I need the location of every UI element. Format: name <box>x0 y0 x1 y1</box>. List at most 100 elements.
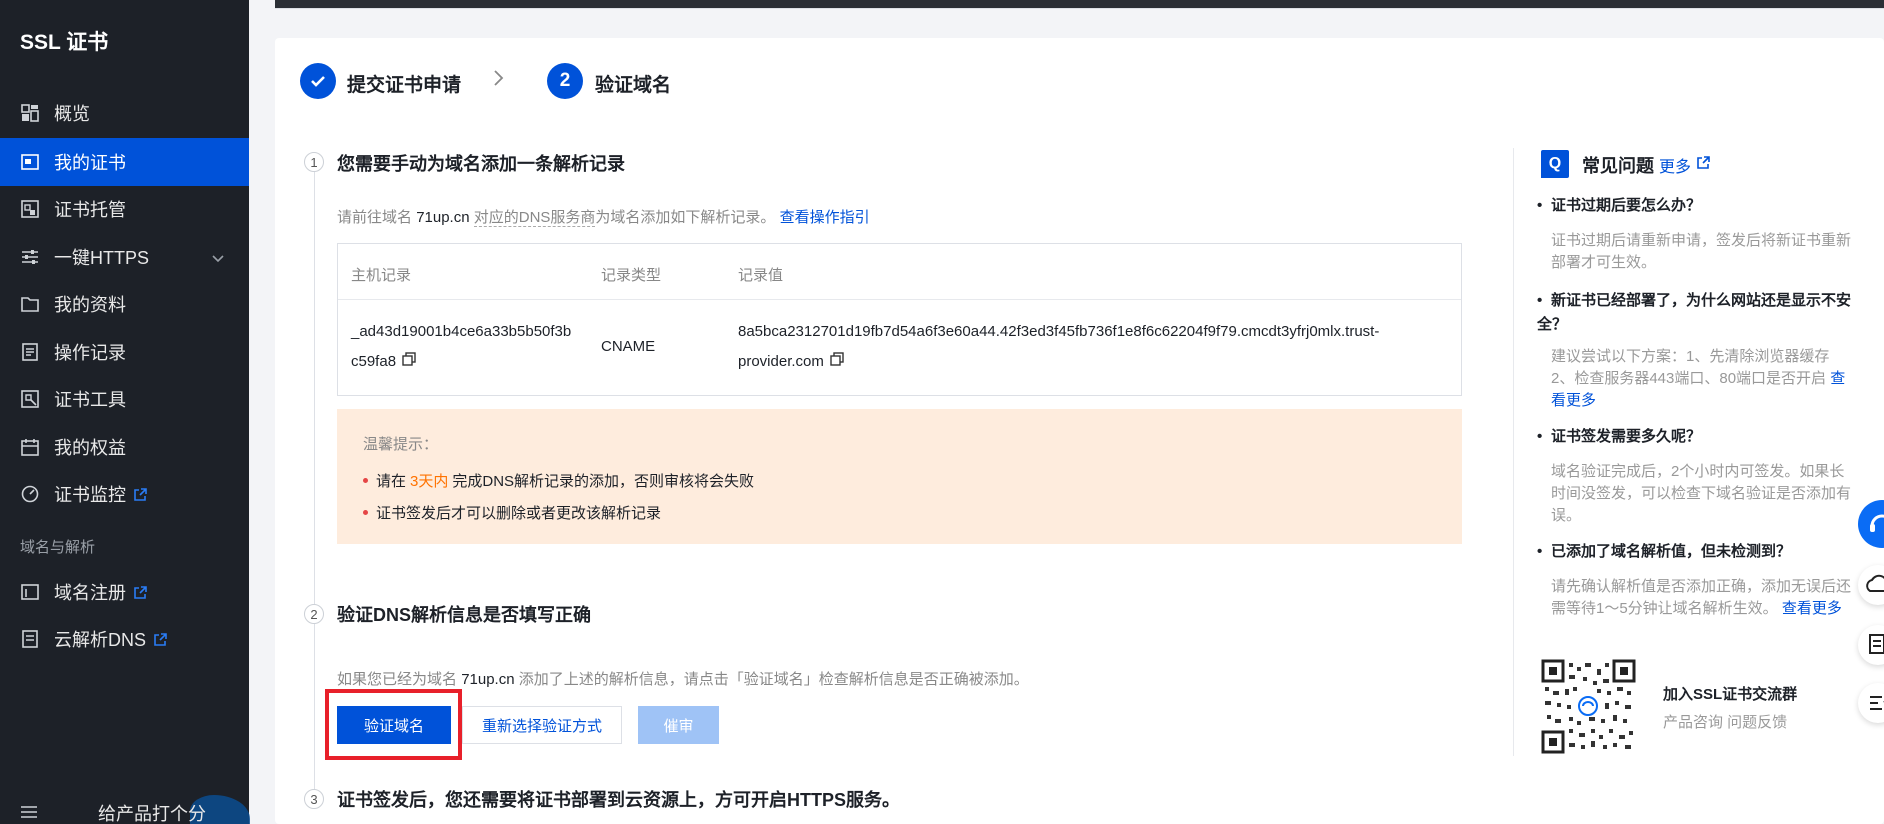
collapse-menu-icon[interactable] <box>20 805 38 819</box>
sidebar-item-label: 证书工具 <box>54 390 126 410</box>
tip-deadline: 3天内 <box>410 473 449 490</box>
sidebar-item-label: 证书监控 <box>54 485 126 505</box>
monitor-icon <box>20 484 40 504</box>
host-record-line2: c59fa8 <box>351 353 397 370</box>
faq-question[interactable]: • 已添加了域名解析值，但未检测到？ <box>1537 540 1852 564</box>
sidebar-item-my-certificates[interactable]: 我的证书 <box>0 138 249 186</box>
sidebar-item-operation-log[interactable]: 操作记录 <box>0 328 249 376</box>
chevron-down-icon[interactable] <box>211 249 225 270</box>
sidebar-item-domain-registration[interactable]: 域名注册 <box>0 568 249 616</box>
dns-provider-tooltip[interactable]: 对应的DNS服务商 <box>473 209 596 227</box>
faq-title: 常见问题 <box>1582 156 1654 176</box>
product-title: SSL 证书 <box>20 31 109 54</box>
timeline-line <box>314 170 315 790</box>
step-2-label: 验证域名 <box>595 75 672 96</box>
section-2-desc: 如果您已经为域名 71up.cn 添加了上述的解析信息，请点击「验证域名」检查解… <box>337 668 1029 689</box>
desc-text: 请前往域名 <box>337 209 413 226</box>
faq-question[interactable]: • 证书签发需要多久呢？ <box>1537 425 1852 449</box>
sliders-icon <box>20 247 40 267</box>
edit-icon[interactable] <box>1858 683 1884 723</box>
folder-icon <box>20 294 40 314</box>
faq-question[interactable]: • 证书过期后要怎么办？ <box>1537 194 1852 218</box>
copy-icon[interactable] <box>830 347 844 377</box>
section-1-title: 您需要手动为域名添加一条解析记录 <box>337 154 625 174</box>
group-subtitle: 产品咨询 问题反馈 <box>1663 714 1788 731</box>
external-link-icon <box>1697 156 1710 174</box>
faq-answer: 证书过期后请重新申请，签发后将新证书重新部署才可生效。 <box>1551 230 1851 274</box>
reselect-method-button[interactable]: 重新选择验证方式 <box>462 706 622 744</box>
sidebar-item-label: 云解析DNS <box>54 630 147 650</box>
dns-record-table: 主机记录 记录类型 记录值 _ad43d19001b4ce6a33b5b50f3… <box>337 243 1462 396</box>
sidebar-item-label: 概览 <box>54 104 90 124</box>
urge-review-button[interactable]: 催审 <box>638 706 719 744</box>
section-3-title: 证书签发后，您还需要将证书部署到云资源上，方可开启HTTPS服务。 <box>337 790 900 810</box>
feedback-link[interactable]: 给产品打个分 <box>98 800 206 824</box>
section-1-desc: 请前往域名 71up.cn 对应的DNS服务商为域名添加如下解析记录。 查看操作… <box>337 206 870 227</box>
step-2-number: 2 <box>547 63 583 99</box>
sidebar-item-label: 一键HTTPS <box>54 248 150 268</box>
faq-answer: 请先确认解析值是否添加正确，添加无误后还需等待1～5分钟让域名解析生效。 查看更… <box>1551 576 1851 620</box>
warning-tip-box: 温馨提示： 请在 3天内 完成DNS解析记录的添加，否则审核将会失败 证书签发后… <box>337 409 1462 544</box>
desc-text: 添加了上述的解析信息，请点击「验证域名」检查解析信息是否正确被添加。 <box>518 671 1029 688</box>
certificate-icon <box>20 152 40 172</box>
domain-name: 71up.cn <box>416 209 470 226</box>
sidebar-item-one-click-https[interactable]: 一键HTTPS <box>0 233 249 281</box>
sidebar-item-cloud-dns[interactable]: 云解析DNS <box>0 615 249 663</box>
tip-item: 证书签发后才可以删除或者更改该解析记录 <box>363 502 661 523</box>
section-2-title: 验证DNS解析信息是否填写正确 <box>337 605 592 625</box>
faq-question-text: 证书签发需要多久呢？ <box>1551 428 1702 445</box>
qr-code-image <box>1541 659 1636 754</box>
faq-see-more-link[interactable]: 查看更多 <box>1782 600 1842 617</box>
record-value-cell: 8a5bca2312701d19fb7d54a6f3e60a44.42f3ed3… <box>738 317 1379 377</box>
top-bar <box>275 0 1884 9</box>
external-link-icon <box>134 487 147 501</box>
customer-service-icon[interactable] <box>1858 500 1884 548</box>
faq-answer-text: 建议尝试以下方案：1、先清除浏览器缓存 2、检查服务器443端口、80端口是否开… <box>1551 348 1830 387</box>
external-link-icon <box>154 632 167 646</box>
sidebar-item-label: 操作记录 <box>54 343 126 363</box>
sidebar-item-cert-monitor[interactable]: 证书监控 <box>0 470 249 518</box>
faq-more-label: 更多 <box>1659 159 1692 176</box>
tip-item: 请在 3天内 完成DNS解析记录的添加，否则审核将会失败 <box>363 470 754 491</box>
tip-text: 完成DNS解析记录的添加，否则审核将会失败 <box>452 473 755 490</box>
record-type-cell: CNAME <box>601 338 656 355</box>
record-value-line2: provider.com <box>738 353 824 370</box>
faq-answer: 建议尝试以下方案：1、先清除浏览器缓存 2、检查服务器443端口、80端口是否开… <box>1551 346 1851 412</box>
faq-divider <box>1513 148 1514 756</box>
bullet-icon <box>363 510 368 515</box>
external-link-icon <box>134 585 147 599</box>
table-divider <box>338 299 1461 300</box>
domain-icon <box>20 582 40 602</box>
copy-icon[interactable] <box>402 347 416 377</box>
operation-guide-link[interactable]: 查看操作指引 <box>780 209 870 226</box>
cloud-icon[interactable] <box>1858 565 1884 605</box>
highlight-annotation <box>325 689 462 760</box>
faq-more-link[interactable]: 更多 <box>1659 153 1710 177</box>
sidebar-item-overview[interactable]: 概览 <box>0 89 249 137</box>
sidebar-item-my-data[interactable]: 我的资料 <box>0 280 249 328</box>
tip-text: 请在 <box>376 473 407 490</box>
faq-question-text: 新证书已经部署了，为什么网站还是显示不安全？ <box>1537 292 1852 333</box>
record-value-line1: 8a5bca2312701d19fb7d54a6f3e60a44.42f3ed3… <box>738 323 1380 340</box>
faq-answer-text: 域名验证完成后，2个小时内可签发。如果长时间没签发，可以检查下域名验证是否添加有… <box>1551 463 1852 524</box>
faq-icon: Q <box>1541 150 1569 178</box>
column-header-type: 记录类型 <box>601 267 662 284</box>
document-icon[interactable] <box>1858 625 1884 665</box>
desc-text: 为域名添加如下解析记录。 <box>595 209 776 226</box>
hosting-icon <box>20 199 40 219</box>
faq-question[interactable]: • 新证书已经部署了，为什么网站还是显示不安全？ <box>1537 289 1852 337</box>
tools-icon <box>20 389 40 409</box>
section-3-number: 3 <box>304 789 324 809</box>
host-record-line1: _ad43d19001b4ce6a33b5b50f3b <box>351 323 572 340</box>
column-header-host: 主机记录 <box>351 267 412 284</box>
tip-text: 证书签发后才可以删除或者更改该解析记录 <box>376 505 662 522</box>
log-icon <box>20 342 40 362</box>
sidebar-item-cert-tools[interactable]: 证书工具 <box>0 375 249 423</box>
desc-text: 如果您已经为域名 <box>337 671 458 688</box>
dashboard-icon <box>20 103 40 123</box>
sidebar-item-hosting[interactable]: 证书托管 <box>0 185 249 233</box>
sidebar-item-my-benefits[interactable]: 我的权益 <box>0 423 249 471</box>
step-complete-icon <box>300 63 336 99</box>
sidebar-item-label: 我的权益 <box>54 438 126 458</box>
step-1-label: 提交证书申请 <box>347 75 462 96</box>
